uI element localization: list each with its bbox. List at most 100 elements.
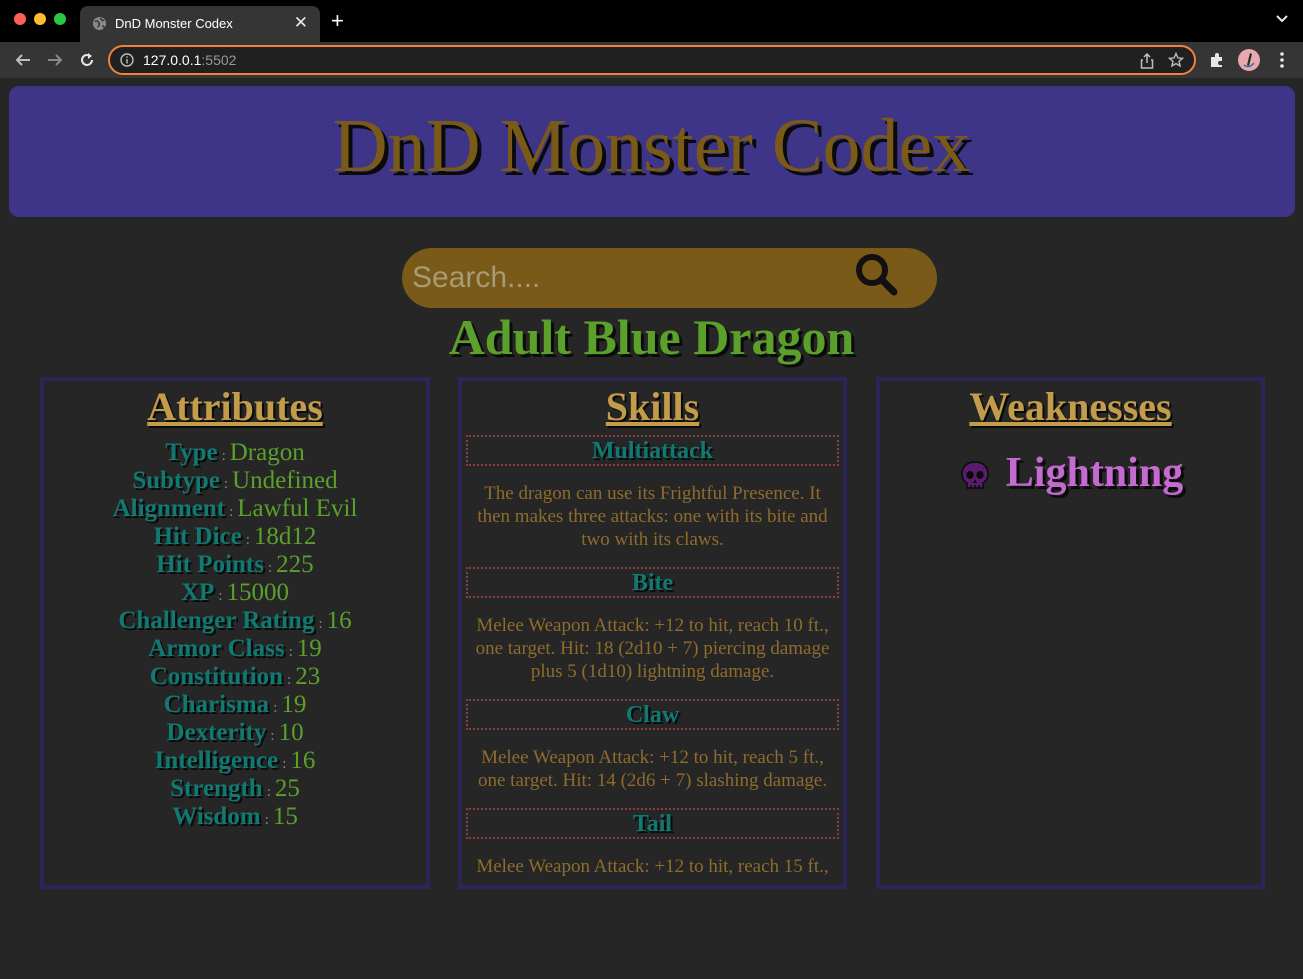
attribute-key: Type [165,439,218,466]
weaknesses-heading: Weaknesses [969,384,1172,429]
tab-close-icon[interactable]: ✕ [294,13,308,33]
attribute-separator: : [288,644,293,660]
attribute-separator: : [267,560,273,576]
attribute-row: Dexterity:10 [44,719,426,747]
reload-icon[interactable] [78,51,96,69]
site-info-icon[interactable] [120,53,134,67]
attribute-row: Hit Points:225 [44,551,426,579]
attribute-key: Dexterity [166,719,267,746]
attribute-row: Armor Class:19 [44,635,426,663]
skill-name: Claw [466,699,839,730]
skill-description: The dragon can use its Frightful Presenc… [477,483,828,550]
attributes-heading: Attributes [147,384,323,429]
skill-description: Melee Weapon Attack: +12 to hit, reach 1… [475,615,830,682]
attribute-separator: : [245,532,250,548]
url-host: 127.0.0.1 [143,52,202,68]
attribute-key: Hit Dice [153,523,242,550]
attribute-row: Hit Dice:18d12 [44,523,426,551]
attribute-key: Wisdom [172,803,261,830]
attribute-row: Constitution:23 [44,663,426,691]
attribute-row: Intelligence:16 [44,747,426,775]
attribute-value: 10 [278,719,304,746]
attribute-value: 15 [272,803,298,830]
attribute-key: Armor Class [148,635,285,662]
attribute-separator: : [218,588,223,604]
attribute-key: Strength [170,775,263,802]
chevron-down-icon[interactable] [1275,12,1289,26]
attribute-separator: : [273,700,278,716]
attribute-value: Lawful Evil [237,495,358,522]
weakness-label: Lightning [1005,450,1184,496]
skills-heading: Skills [605,384,700,429]
profile-avatar[interactable] [1238,49,1260,71]
attribute-value: 23 [295,663,321,690]
attribute-separator: : [229,504,234,520]
avatar-icon [1243,53,1255,68]
attribute-key: Alignment [112,495,226,522]
share-icon[interactable] [1140,53,1154,69]
attribute-separator: : [270,728,275,744]
attribute-key: Intelligence [154,747,279,774]
skills-list: Multiattack The dragon can use its Frigh… [462,435,843,885]
skill-description: Melee Weapon Attack: +12 to hit, reach 1… [476,856,829,877]
attribute-key: Constitution [149,663,284,690]
more-options-icon[interactable] [1273,51,1291,69]
attribute-key: XP [181,579,215,606]
attribute-separator: : [266,784,271,800]
attribute-separator: : [282,756,287,772]
extensions-puzzle-icon[interactable] [1208,51,1226,69]
window-minimize-button[interactable] [34,13,46,25]
attribute-separator: : [287,672,292,688]
forward-arrow-icon[interactable] [46,51,64,69]
attribute-row: Charisma:19 [44,691,426,719]
window-maximize-button[interactable] [54,13,66,25]
weaknesses-panel: Weaknesses Lightning [876,377,1265,889]
attribute-value: Undefined [232,467,338,494]
skill-name: Tail [466,808,839,839]
attribute-value: 16 [326,607,352,634]
monster-name: Adult Blue Dragon [448,309,855,365]
attribute-key: Hit Points [156,551,264,578]
skill-name: Bite [466,567,839,598]
url-text: 127.0.0.1:5502 [143,52,236,68]
skull-icon [961,461,989,489]
bookmark-star-icon[interactable] [1168,52,1184,68]
attribute-separator: : [223,476,229,492]
attribute-value: 25 [274,775,300,802]
attribute-value: 18d12 [253,523,317,550]
attribute-value: 19 [296,635,322,662]
attribute-separator: : [221,448,226,464]
weaknesses-list: Lightning [880,449,1261,498]
search-input[interactable] [412,258,842,298]
attribute-value: 19 [281,691,307,718]
search-icon[interactable] [852,252,902,300]
attribute-row: Challenger Rating:16 [44,607,426,635]
attributes-panel: Attributes Type: Dragon Subtype: Undefined… [40,377,430,889]
attribute-key: Charisma [163,691,270,718]
attribute-row: Alignment: Lawful Evil [44,495,426,523]
attribute-key: Challenger Rating [118,607,315,634]
window-close-button[interactable] [14,13,26,25]
tab-title: DnD Monster Codex [115,16,233,31]
attribute-value: Dragon [229,439,305,466]
attribute-value: 15000 [226,579,290,606]
attribute-row: Subtype: Undefined [44,467,426,495]
new-tab-button[interactable]: + [331,8,344,34]
globe-icon [92,16,107,31]
attributes-list: Type: Dragon Subtype: Undefined Alignment:… [44,439,426,831]
skills-panel: Skills Multiattack The dragon can use it… [458,377,847,889]
attribute-separator: : [264,812,269,828]
attribute-separator: : [318,616,323,632]
skill-description: Melee Weapon Attack: +12 to hit, reach 5… [477,747,828,791]
attribute-key: Subtype [132,467,220,494]
attribute-row: Strength:25 [44,775,426,803]
attribute-value: 16 [290,747,316,774]
url-port: :5502 [201,52,237,68]
address-bar[interactable]: 127.0.0.1:5502 [108,45,1196,75]
back-arrow-icon[interactable] [14,51,32,69]
attribute-value: 225 [276,551,314,578]
browser-tab[interactable]: DnD Monster Codex ✕ [80,6,320,42]
attribute-row: Wisdom:15 [44,803,426,831]
browser-toolbar: 127.0.0.1:5502 [0,42,1303,78]
weakness-item: Lightning [958,449,1183,497]
